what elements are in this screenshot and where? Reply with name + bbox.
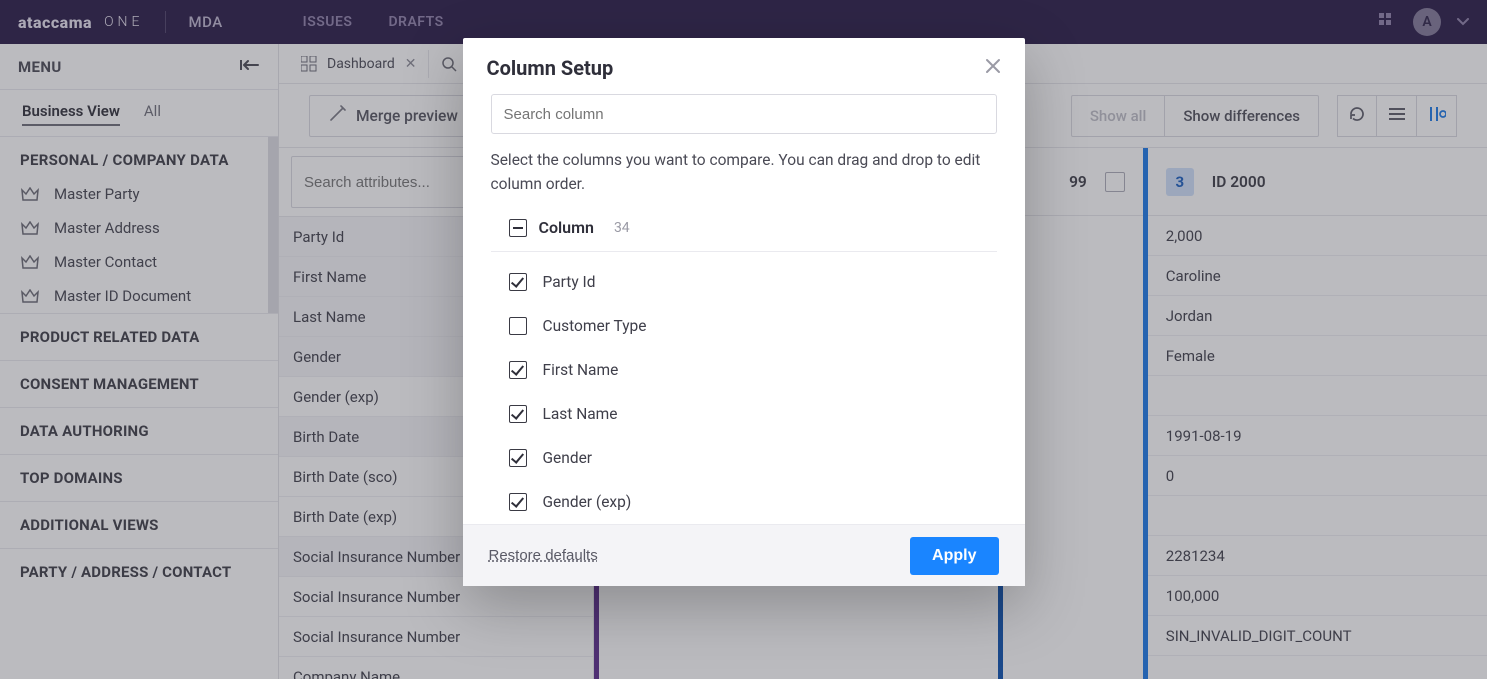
column-search-input[interactable]: [491, 94, 997, 134]
apply-button[interactable]: Apply: [910, 537, 998, 575]
modal-overlay[interactable]: Column Setup Select the columns you want…: [0, 0, 1487, 679]
group-count: 34: [614, 220, 630, 236]
checkbox-icon[interactable]: [509, 317, 527, 335]
restore-defaults-link[interactable]: Restore defaults: [489, 547, 598, 564]
option-label: Gender: [543, 449, 593, 467]
modal-header: Column Setup: [463, 38, 1025, 94]
column-setup-modal: Column Setup Select the columns you want…: [463, 38, 1025, 586]
indeterminate-checkbox-icon[interactable]: [509, 219, 527, 237]
option-label: Customer Type: [543, 317, 647, 335]
checkbox-icon[interactable]: [509, 493, 527, 511]
column-option[interactable]: Party Id: [509, 260, 997, 304]
column-group-header[interactable]: Column 34: [491, 212, 997, 252]
option-label: First Name: [543, 361, 619, 379]
checkbox-icon[interactable]: [509, 449, 527, 467]
column-option[interactable]: Gender: [509, 436, 997, 480]
column-option[interactable]: Customer Type: [509, 304, 997, 348]
modal-body: Select the columns you want to compare. …: [463, 94, 1025, 524]
column-option[interactable]: First Name: [509, 348, 997, 392]
checkbox-icon[interactable]: [509, 273, 527, 291]
column-option-list: Party Id Customer Type First Name Last N…: [491, 252, 997, 524]
column-option[interactable]: Last Name: [509, 392, 997, 436]
modal-title: Column Setup: [487, 56, 614, 80]
checkbox-icon[interactable]: [509, 361, 527, 379]
close-icon[interactable]: [985, 58, 1001, 78]
option-label: Gender (exp): [543, 493, 632, 511]
column-option[interactable]: Gender (exp): [509, 480, 997, 524]
option-label: Last Name: [543, 405, 618, 423]
checkbox-icon[interactable]: [509, 405, 527, 423]
modal-hint: Select the columns you want to compare. …: [491, 148, 997, 196]
group-label: Column: [539, 218, 594, 237]
modal-footer: Restore defaults Apply: [463, 524, 1025, 586]
option-label: Party Id: [543, 273, 596, 291]
